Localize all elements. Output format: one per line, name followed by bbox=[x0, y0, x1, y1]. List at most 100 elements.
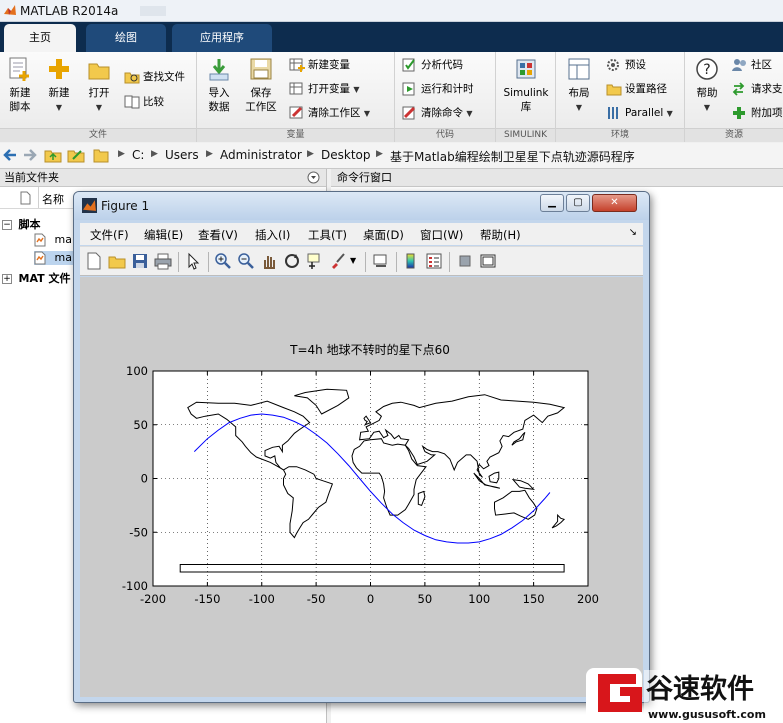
simulink-library-button[interactable]: Simulink 库 bbox=[502, 56, 550, 114]
import-data-icon bbox=[209, 59, 229, 81]
breadcrumb-separator: ▶ bbox=[206, 149, 213, 159]
edit-plot-icon[interactable] bbox=[184, 252, 202, 273]
set-path-button[interactable]: 设置路径 bbox=[606, 79, 667, 99]
ribbon-group-file: 新建 脚本 新建 ▼ 打开 ▼ 查找文件 比较 文件 bbox=[0, 52, 197, 142]
figure-title-bar[interactable]: Figure 1 ▁ ▢ ✕ bbox=[74, 192, 649, 220]
open-button[interactable]: 打开 ▼ bbox=[84, 56, 114, 115]
tree-file[interactable]: ma bbox=[34, 233, 72, 247]
breadcrumb-item[interactable]: C: bbox=[132, 148, 144, 162]
analyze-code-icon bbox=[402, 58, 415, 72]
ribbon-group-label: 代码 bbox=[395, 128, 495, 142]
tab-apps[interactable]: 应用程序 bbox=[172, 24, 272, 52]
panel-header: 当前文件夹 bbox=[0, 169, 326, 187]
column-header-name[interactable]: 名称 bbox=[42, 191, 64, 207]
hide-plot-tools-icon[interactable] bbox=[456, 252, 474, 273]
file-icon bbox=[20, 191, 31, 208]
colorbar-icon[interactable] bbox=[402, 252, 420, 273]
collapse-icon[interactable]: − bbox=[2, 220, 12, 230]
show-plot-tools-icon[interactable] bbox=[479, 252, 497, 273]
ribbon-group-label: SIMULINK bbox=[496, 128, 555, 142]
minimize-button[interactable]: ▁ bbox=[540, 194, 564, 212]
clear-commands-button[interactable]: 清除命令 ▼ bbox=[402, 103, 473, 123]
browse-folder-icon[interactable] bbox=[67, 147, 85, 166]
compare-icon bbox=[124, 95, 140, 109]
dropdown-arrow-icon[interactable]: ▼ bbox=[350, 256, 356, 265]
dock-arrow-icon[interactable]: ↘ bbox=[629, 227, 637, 238]
brush-icon[interactable] bbox=[329, 252, 347, 273]
plot-svg[interactable]: T=4h 地球不转时的星下点60 -200 -150 -100 -50 0 50 100 15… bbox=[80, 277, 643, 697]
tab-plots[interactable]: 绘图 bbox=[86, 24, 166, 52]
y-tick-label: -100 bbox=[122, 579, 148, 593]
open-file-icon[interactable] bbox=[108, 252, 126, 273]
parallel-button[interactable]: Parallel ▼ bbox=[606, 103, 673, 123]
m-file-icon bbox=[34, 251, 46, 265]
breadcrumb-item[interactable]: 基于Matlab编程绘制卫星星下点轨迹源码程序 bbox=[390, 148, 635, 165]
tree-group-scripts[interactable]: − 脚本 bbox=[2, 216, 41, 232]
figure-toolbar: ▼ bbox=[80, 246, 643, 276]
ribbon-tab-bar: 主页 绘图 应用程序 bbox=[0, 22, 783, 52]
menu-window[interactable]: 窗口(W) bbox=[420, 227, 463, 243]
x-tick-label: -50 bbox=[307, 592, 326, 606]
maximize-button[interactable]: ▢ bbox=[566, 194, 590, 212]
new-variable-button[interactable]: 新建变量 bbox=[289, 55, 350, 75]
menu-tools[interactable]: 工具(T) bbox=[308, 227, 347, 243]
menu-help[interactable]: 帮助(H) bbox=[480, 227, 521, 243]
breadcrumb-item[interactable]: Users bbox=[165, 148, 199, 162]
menu-insert[interactable]: 插入(I) bbox=[255, 227, 290, 243]
figure-canvas[interactable]: T=4h 地球不转时的星下点60 -200 -150 -100 -50 0 50 100 15… bbox=[80, 277, 643, 697]
breadcrumb-item[interactable]: Desktop bbox=[321, 148, 371, 162]
help-button[interactable]: ? 帮助 ▼ bbox=[691, 56, 723, 115]
back-arrow-icon[interactable] bbox=[2, 148, 18, 165]
tree-file-selected[interactable]: ma bbox=[34, 251, 76, 265]
run-and-time-button[interactable]: 运行和计时 bbox=[402, 79, 474, 99]
print-icon[interactable] bbox=[154, 252, 172, 273]
new-figure-icon[interactable] bbox=[85, 252, 103, 273]
legend-icon[interactable] bbox=[425, 252, 443, 273]
import-data-button[interactable]: 导入 数据 bbox=[203, 56, 235, 114]
menu-desktop[interactable]: 桌面(D) bbox=[363, 227, 404, 243]
layout-icon bbox=[568, 58, 590, 80]
breadcrumb-item[interactable]: Administrator bbox=[220, 148, 302, 162]
tree-group-mat-files[interactable]: + MAT 文件 bbox=[2, 270, 70, 286]
new-script-button[interactable]: 新建 脚本 bbox=[4, 56, 36, 114]
save-workspace-button[interactable]: 保存 工作区 bbox=[243, 56, 279, 114]
up-folder-icon[interactable] bbox=[44, 147, 62, 166]
new-script-icon bbox=[9, 57, 29, 81]
x-tick-label: 0 bbox=[367, 592, 374, 606]
x-tick-label: 150 bbox=[523, 592, 545, 606]
save-icon[interactable] bbox=[131, 252, 149, 273]
ribbon-group-label: 环境 bbox=[556, 128, 684, 142]
zoom-out-icon[interactable] bbox=[237, 252, 255, 273]
panel-title: 命令行窗口 bbox=[337, 171, 392, 184]
open-variable-button[interactable]: 打开变量 ▼ bbox=[289, 79, 360, 99]
community-button[interactable]: 社区 bbox=[732, 55, 772, 75]
menu-file[interactable]: 文件(F) bbox=[90, 227, 129, 243]
analyze-code-button[interactable]: 分析代码 bbox=[402, 55, 463, 75]
community-icon bbox=[732, 59, 746, 71]
new-button[interactable]: 新建 ▼ bbox=[44, 56, 74, 115]
zoom-in-icon[interactable] bbox=[214, 252, 232, 273]
link-plot-icon[interactable] bbox=[372, 252, 390, 273]
pan-icon[interactable] bbox=[260, 252, 278, 273]
add-ons-button[interactable]: 附加项 bbox=[732, 103, 783, 123]
compare-button[interactable]: 比较 bbox=[124, 92, 164, 112]
close-button[interactable]: ✕ bbox=[592, 194, 637, 212]
y-tick-label: 50 bbox=[133, 418, 148, 432]
request-support-button[interactable]: 请求支 bbox=[732, 79, 783, 99]
menu-view[interactable]: 查看(V) bbox=[198, 227, 238, 243]
forward-arrow-icon[interactable] bbox=[22, 148, 38, 165]
tab-home[interactable]: 主页 bbox=[4, 24, 76, 52]
rotate-3d-icon[interactable] bbox=[283, 252, 301, 273]
toolbar-separator bbox=[396, 252, 397, 272]
preferences-button[interactable]: 预设 bbox=[606, 55, 646, 75]
menu-edit[interactable]: 编辑(E) bbox=[144, 227, 183, 243]
ribbon-group-environment: 布局 ▼ 预设 设置路径 Parallel ▼ 环境 bbox=[556, 52, 685, 142]
expand-icon[interactable]: + bbox=[2, 274, 12, 284]
layout-button[interactable]: 布局 ▼ bbox=[562, 56, 596, 115]
data-cursor-icon[interactable] bbox=[306, 252, 324, 273]
parallel-icon bbox=[608, 107, 618, 119]
x-tick-label: 50 bbox=[418, 592, 433, 606]
clear-workspace-button[interactable]: 清除工作区 ▼ bbox=[289, 103, 370, 123]
breadcrumb-separator: ▶ bbox=[376, 149, 383, 159]
find-files-button[interactable]: 查找文件 bbox=[124, 67, 185, 87]
